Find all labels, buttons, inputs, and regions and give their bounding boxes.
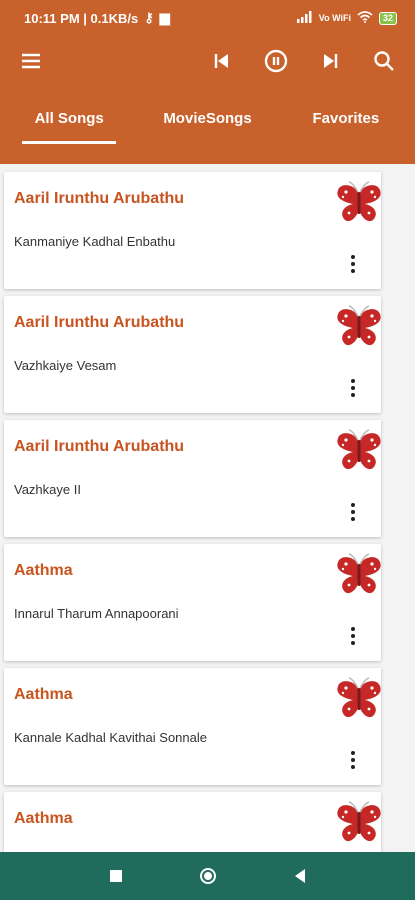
song-subtitle: Vazhkaye II [14, 482, 81, 497]
song-card[interactable]: Aathma Kannale Kadhal Kavithai Sonnale [4, 668, 381, 785]
tab-bar: All Songs MovieSongs Favorites [0, 86, 415, 164]
song-card[interactable]: Aaril Irunthu Arubathu Kanmaniye Kadhal … [4, 172, 381, 289]
song-card[interactable]: Aathma [4, 792, 381, 852]
recent-apps-icon[interactable] [105, 865, 127, 887]
song-card[interactable]: Aaril Irunthu Arubathu Vazhkaye II [4, 420, 381, 537]
system-nav-bar [0, 852, 415, 900]
song-subtitle: Vazhkaiye Vesam [14, 358, 117, 373]
skip-next-icon[interactable] [317, 48, 343, 74]
tab-movie-songs[interactable]: MovieSongs [138, 86, 276, 164]
search-icon[interactable] [371, 48, 397, 74]
song-title: Aathma [14, 686, 73, 703]
more-vertical-icon[interactable] [341, 623, 365, 649]
wifi-icon [357, 11, 373, 25]
song-subtitle: Kanmaniye Kadhal Enbathu [14, 234, 176, 249]
butterfly-icon[interactable] [333, 676, 385, 722]
signal-icon [296, 11, 313, 25]
song-subtitle: Kannale Kadhal Kavithai Sonnale [14, 730, 207, 745]
song-title: Aathma [14, 810, 73, 827]
status-time: 10:11 PM | 0.1KB/s [24, 10, 139, 26]
status-bar: 10:11 PM | 0.1KB/s ⚷ ▆ Vo WiFi 32 [0, 0, 415, 36]
trash-icon: ▆ [159, 10, 170, 25]
song-title: Aathma [14, 562, 73, 579]
song-title: Aaril Irunthu Arubathu [14, 190, 185, 207]
vpn-key-icon: ⚷ [144, 10, 154, 25]
more-vertical-icon[interactable] [341, 499, 365, 525]
status-right: Vo WiFi 32 [296, 11, 397, 25]
song-title: Aaril Irunthu Arubathu [14, 438, 185, 455]
song-subtitle: Innarul Tharum Annapoorani [14, 606, 179, 621]
song-card[interactable]: Aaril Irunthu Arubathu Vazhkaiye Vesam [4, 296, 381, 413]
back-icon[interactable] [289, 865, 311, 887]
song-title: Aaril Irunthu Arubathu [14, 314, 185, 331]
song-list: Aaril Irunthu Arubathu Kanmaniye Kadhal … [0, 164, 415, 852]
menu-icon[interactable] [18, 48, 44, 74]
status-left: 10:11 PM | 0.1KB/s ⚷ ▆ [24, 10, 297, 26]
butterfly-icon[interactable] [333, 180, 385, 226]
song-card[interactable]: Aathma Innarul Tharum Annapoorani [4, 544, 381, 661]
tab-favorites[interactable]: Favorites [277, 86, 415, 164]
more-vertical-icon[interactable] [341, 251, 365, 277]
battery-icon: 32 [378, 11, 397, 25]
butterfly-icon[interactable] [333, 800, 385, 846]
butterfly-icon[interactable] [333, 304, 385, 350]
butterfly-icon[interactable] [333, 428, 385, 474]
more-vertical-icon[interactable] [341, 375, 365, 401]
pause-circle-icon[interactable] [263, 48, 289, 74]
more-vertical-icon[interactable] [341, 747, 365, 773]
network-type: Vo WiFi [318, 13, 351, 23]
skip-previous-icon[interactable] [209, 48, 235, 74]
tab-all-songs[interactable]: All Songs [0, 86, 138, 164]
home-icon[interactable] [197, 865, 219, 887]
app-toolbar [0, 36, 415, 86]
butterfly-icon[interactable] [333, 552, 385, 598]
